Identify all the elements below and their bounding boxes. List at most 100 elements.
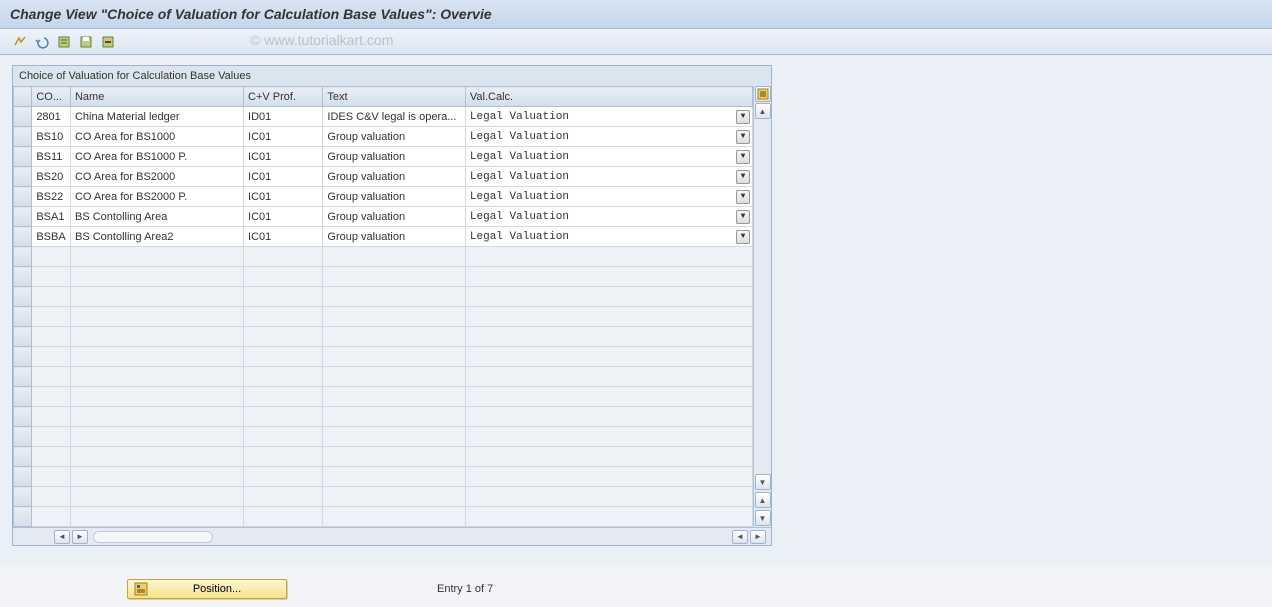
cell-empty (244, 507, 323, 527)
row-selector[interactable] (14, 467, 32, 487)
cell-co[interactable]: BS10 (32, 127, 71, 147)
cell-name[interactable]: CO Area for BS1000 P. (70, 147, 243, 167)
chevron-down-icon[interactable]: ▼ (736, 230, 750, 244)
table-row[interactable]: BS22 CO Area for BS2000 P. IC01 Group va… (14, 187, 753, 207)
row-selector[interactable] (14, 307, 32, 327)
scroll-right-icon[interactable]: ► (72, 530, 88, 544)
scroll-up-icon[interactable]: ▲ (755, 103, 771, 119)
col-name[interactable]: Name (70, 87, 243, 107)
cell-empty (70, 467, 243, 487)
cell-co[interactable]: BS22 (32, 187, 71, 207)
horizontal-scrollbar[interactable]: ◄ ► ◄ ► (13, 527, 771, 545)
cell-name[interactable]: BS Contolling Area2 (70, 227, 243, 247)
row-selector[interactable] (14, 387, 32, 407)
table-row[interactable]: BSA1 BS Contolling Area IC01 Group valua… (14, 207, 753, 227)
chevron-down-icon[interactable]: ▼ (736, 150, 750, 164)
col-text[interactable]: Text (323, 87, 466, 107)
cell-name[interactable]: BS Contolling Area (70, 207, 243, 227)
table-row[interactable]: 2801 China Material ledger ID01 IDES C&V… (14, 107, 753, 127)
row-selector[interactable] (14, 107, 32, 127)
delete-row-icon[interactable] (98, 33, 118, 51)
cell-valcalc[interactable]: Legal Valuation▼ (465, 227, 752, 247)
row-selector[interactable] (14, 287, 32, 307)
row-selector[interactable] (14, 347, 32, 367)
row-selector[interactable] (14, 207, 32, 227)
cell-name[interactable]: China Material ledger (70, 107, 243, 127)
hscroll-track[interactable] (93, 531, 213, 543)
cell-valcalc[interactable]: Legal Valuation▼ (465, 107, 752, 127)
cell-valcalc[interactable]: Legal Valuation▼ (465, 207, 752, 227)
cell-empty (323, 507, 466, 527)
row-selector[interactable] (14, 367, 32, 387)
row-selector[interactable] (14, 187, 32, 207)
cell-empty (323, 307, 466, 327)
row-selector[interactable] (14, 127, 32, 147)
select-all-icon[interactable] (54, 33, 74, 51)
scroll-left-icon[interactable]: ◄ (54, 530, 70, 544)
row-selector[interactable] (14, 327, 32, 347)
cell-text[interactable]: Group valuation (323, 207, 466, 227)
row-selector[interactable] (14, 227, 32, 247)
cell-valcalc[interactable]: Legal Valuation▼ (465, 187, 752, 207)
other-view-icon[interactable] (10, 33, 30, 51)
col-co[interactable]: CO... (32, 87, 71, 107)
cell-text[interactable]: Group valuation (323, 127, 466, 147)
row-selector[interactable] (14, 267, 32, 287)
cell-valcalc[interactable]: Legal Valuation▼ (465, 167, 752, 187)
cell-co[interactable]: BSA1 (32, 207, 71, 227)
row-selector[interactable] (14, 167, 32, 187)
cell-name[interactable]: CO Area for BS2000 (70, 167, 243, 187)
scroll-right2-icon[interactable]: ► (750, 530, 766, 544)
cell-co[interactable]: 2801 (32, 107, 71, 127)
col-valcalc[interactable]: Val.Calc. (465, 87, 752, 107)
cell-empty (323, 287, 466, 307)
cell-cvprof[interactable]: IC01 (244, 187, 323, 207)
row-selector[interactable] (14, 507, 32, 527)
scroll-up2-icon[interactable]: ▲ (755, 492, 771, 508)
row-selector[interactable] (14, 407, 32, 427)
position-button[interactable]: Position... (127, 579, 287, 599)
cell-co[interactable]: BS11 (32, 147, 71, 167)
cell-cvprof[interactable]: ID01 (244, 107, 323, 127)
vertical-scrollbar[interactable]: ▲ ▼ ▲ ▼ (753, 86, 771, 527)
table-row[interactable]: BS10 CO Area for BS1000 IC01 Group valua… (14, 127, 753, 147)
select-all-header[interactable] (14, 87, 32, 107)
cell-text[interactable]: IDES C&V legal is opera... (323, 107, 466, 127)
cell-text[interactable]: Group valuation (323, 167, 466, 187)
row-selector[interactable] (14, 487, 32, 507)
cell-name[interactable]: CO Area for BS1000 (70, 127, 243, 147)
undo-icon[interactable] (32, 33, 52, 51)
cell-text[interactable]: Group valuation (323, 147, 466, 167)
table-row[interactable]: BS11 CO Area for BS1000 P. IC01 Group va… (14, 147, 753, 167)
cell-valcalc[interactable]: Legal Valuation▼ (465, 127, 752, 147)
cell-co[interactable]: BS20 (32, 167, 71, 187)
cell-cvprof[interactable]: IC01 (244, 127, 323, 147)
table-row[interactable]: BSBA BS Contolling Area2 IC01 Group valu… (14, 227, 753, 247)
cell-name[interactable]: CO Area for BS2000 P. (70, 187, 243, 207)
cell-co[interactable]: BSBA (32, 227, 71, 247)
save-icon[interactable] (76, 33, 96, 51)
cell-text[interactable]: Group valuation (323, 227, 466, 247)
col-cvprof[interactable]: C+V Prof. (244, 87, 323, 107)
scroll-down-icon[interactable]: ▼ (755, 474, 771, 490)
row-selector[interactable] (14, 427, 32, 447)
cell-cvprof[interactable]: IC01 (244, 147, 323, 167)
row-selector[interactable] (14, 247, 32, 267)
chevron-down-icon[interactable]: ▼ (736, 190, 750, 204)
row-selector[interactable] (14, 147, 32, 167)
cell-text[interactable]: Group valuation (323, 187, 466, 207)
chevron-down-icon[interactable]: ▼ (736, 170, 750, 184)
scroll-down2-icon[interactable]: ▼ (755, 510, 771, 526)
table-row[interactable]: BS20 CO Area for BS2000 IC01 Group valua… (14, 167, 753, 187)
cell-valcalc[interactable]: Legal Valuation▼ (465, 147, 752, 167)
chevron-down-icon[interactable]: ▼ (736, 130, 750, 144)
row-selector[interactable] (14, 447, 32, 467)
cell-empty (70, 507, 243, 527)
scroll-left2-icon[interactable]: ◄ (732, 530, 748, 544)
chevron-down-icon[interactable]: ▼ (736, 110, 750, 124)
chevron-down-icon[interactable]: ▼ (736, 210, 750, 224)
table-settings-icon[interactable] (755, 86, 771, 102)
cell-cvprof[interactable]: IC01 (244, 227, 323, 247)
cell-cvprof[interactable]: IC01 (244, 167, 323, 187)
cell-cvprof[interactable]: IC01 (244, 207, 323, 227)
